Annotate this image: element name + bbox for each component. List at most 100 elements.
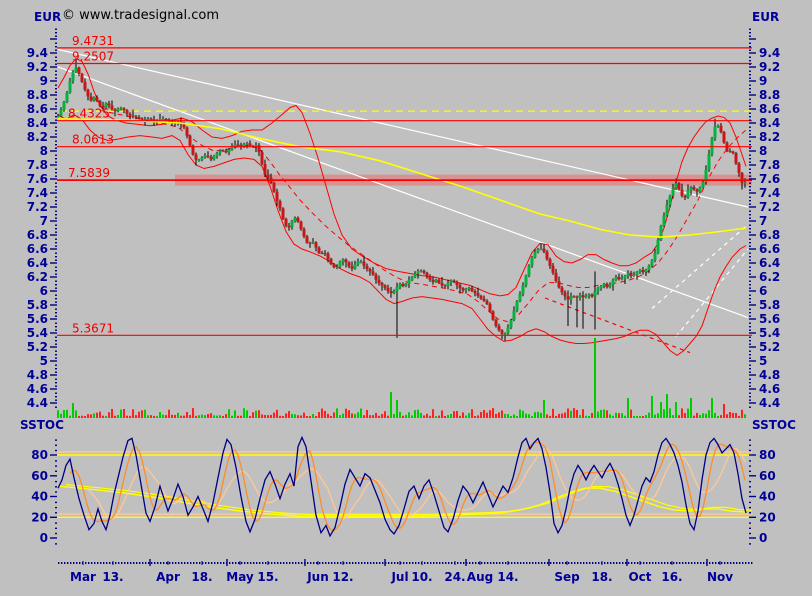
price-tick-label: 8.4 <box>759 116 780 130</box>
stochastic-panel <box>57 435 752 538</box>
date-tick-label: 24. <box>444 570 465 584</box>
indicator-label-right: SSTOC <box>752 418 796 432</box>
stoch-tick-label: 60 <box>759 469 776 483</box>
stoch-tick-label: 20 <box>31 510 48 524</box>
price-level-label: 8.4325 <box>68 107 110 121</box>
price-tick-label: 5.6 <box>759 312 780 326</box>
price-tick-label: 7 <box>759 214 767 228</box>
price-tick-label: 5.6 <box>27 312 48 326</box>
price-tick-label: 5 <box>759 354 767 368</box>
price-panel: 9.4731 9.2507 8.4325 8.0613 7.5839 5.3671 <box>57 34 752 418</box>
price-tick-label: 7 <box>40 214 48 228</box>
stoch-tick-label: 60 <box>31 469 48 483</box>
date-tick-label: 15. <box>257 570 278 584</box>
price-tick-label: 6.6 <box>759 242 780 256</box>
stoch-tick-label: 40 <box>31 490 48 504</box>
price-tick-label: 4.6 <box>759 382 780 396</box>
price-tick-label: 6.2 <box>27 270 48 284</box>
price-tick-label: 4.8 <box>759 368 780 382</box>
copyright-watermark: © www.tradesignal.com <box>62 8 219 23</box>
date-tick-label: Jul <box>390 570 408 584</box>
left-axis-currency-label: EUR <box>34 10 62 24</box>
price-tick-label: 6.4 <box>759 256 780 270</box>
price-tick-label: 4.8 <box>27 368 48 382</box>
date-tick-label: Aug <box>467 570 493 584</box>
stoch-tick-label: 0 <box>759 531 767 545</box>
date-tick-label: 18. <box>591 570 612 584</box>
trendline <box>57 66 749 319</box>
trendline <box>544 297 691 354</box>
stoch-tick-label: 20 <box>759 510 776 524</box>
price-tick-label: 5.4 <box>27 326 48 340</box>
price-tick-label: 9.2 <box>27 60 48 74</box>
price-tick-label: 8.8 <box>27 88 48 102</box>
price-tick-label: 9.2 <box>759 60 780 74</box>
stoch-tick-label: 80 <box>31 448 48 462</box>
price-level-label: 8.0613 <box>72 133 114 147</box>
price-tick-label: 8.6 <box>759 102 780 116</box>
date-tick-label: Sep <box>554 570 580 584</box>
axes: 9.4 9.49.2 9.29 98.8 8.88.6 8.68.4 8.48.2 8.28 8… <box>27 28 780 584</box>
chart-container[interactable]: 9.4731 9.2507 8.4325 8.0613 7.5839 5.3671 9.4 9… <box>0 0 812 596</box>
price-tick-label: 4.4 <box>27 396 48 410</box>
price-tick-label: 8 <box>40 144 48 158</box>
volume-bars <box>57 338 746 418</box>
date-tick-label: Nov <box>707 570 733 584</box>
price-tick-label: 7.2 <box>759 200 780 214</box>
trendline <box>675 248 749 337</box>
price-level-label: 9.2507 <box>72 50 114 64</box>
date-tick-label: Oct <box>628 570 651 584</box>
date-tick-label: 12. <box>332 570 353 584</box>
price-tick-label: 5 <box>40 354 48 368</box>
price-level-label: 5.3671 <box>72 321 114 335</box>
price-tick-label: 4.4 <box>759 396 780 410</box>
price-tick-label: 7.4 <box>759 186 780 200</box>
price-tick-label: 6 <box>40 284 48 298</box>
stoch-tick-label: 40 <box>759 490 776 504</box>
price-tick-label: 5.8 <box>27 298 48 312</box>
price-tick-label: 6.2 <box>759 270 780 284</box>
price-level-label: 9.4731 <box>72 34 114 48</box>
price-tick-label: 5.2 <box>759 340 780 354</box>
date-tick-label: 18. <box>191 570 212 584</box>
price-tick-label: 7.6 <box>759 172 780 186</box>
price-tick-label: 6.8 <box>27 228 48 242</box>
price-tick-label: 8.2 <box>759 130 780 144</box>
date-tick-label: 13. <box>102 570 123 584</box>
date-tick-label: 14. <box>497 570 518 584</box>
price-tick-label: 6 <box>759 284 767 298</box>
price-tick-label: 8.6 <box>27 102 48 116</box>
price-tick-label: 7.2 <box>27 200 48 214</box>
date-tick-label: May <box>226 570 254 584</box>
price-tick-label: 9 <box>759 74 767 88</box>
price-tick-label: 4.6 <box>27 382 48 396</box>
bollinger-lower-band <box>57 114 747 357</box>
price-tick-label: 8.2 <box>27 130 48 144</box>
date-tick-label: Apr <box>156 570 180 584</box>
price-tick-label: 9 <box>40 74 48 88</box>
price-tick-label: 9.4 <box>27 46 48 60</box>
price-tick-label: 7.6 <box>27 172 48 186</box>
price-tick-label: 6.4 <box>27 256 48 270</box>
price-tick-label: 5.8 <box>759 298 780 312</box>
price-tick-label: 7.4 <box>27 186 48 200</box>
price-tick-label: 7.8 <box>759 158 780 172</box>
bollinger-middle-band <box>99 109 747 323</box>
date-tick-label: 10. <box>411 570 432 584</box>
price-tick-label: 5.4 <box>759 326 780 340</box>
date-tick-label: Mar <box>70 570 96 584</box>
date-tick-label: Jun <box>306 570 329 584</box>
price-level-label: 7.5839 <box>68 166 110 180</box>
price-tick-label: 9.4 <box>759 46 780 60</box>
right-axis-currency-label: EUR <box>752 10 780 24</box>
price-tick-label: 7.8 <box>27 158 48 172</box>
price-chart-svg[interactable]: 9.47319.25078.43258.06137.58395.36719.4 9… <box>0 0 812 596</box>
date-tick-label: 16. <box>661 570 682 584</box>
price-tick-label: 8.4 <box>27 116 48 130</box>
candlesticks <box>57 60 747 341</box>
stoch-tick-label: 80 <box>759 448 776 462</box>
price-tick-label: 8.8 <box>759 88 780 102</box>
indicator-label-left: SSTOC <box>20 418 64 432</box>
price-tick-label: 5.2 <box>27 340 48 354</box>
price-tick-label: 8 <box>759 144 767 158</box>
